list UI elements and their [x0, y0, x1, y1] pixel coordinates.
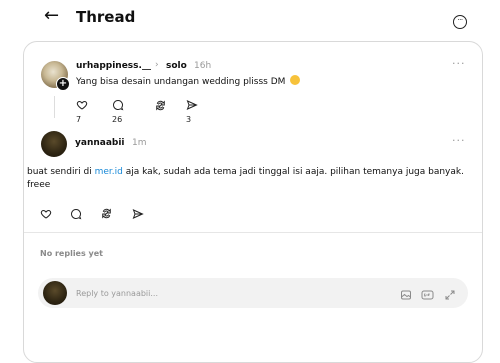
repost-button[interactable]: [100, 205, 113, 219]
repost-icon: [156, 100, 165, 111]
thread-line: [54, 96, 55, 118]
like-button[interactable]: 7: [76, 99, 88, 124]
comment-button[interactable]: [70, 205, 82, 220]
like-count: 7: [76, 115, 82, 124]
expand-icon[interactable]: [444, 286, 456, 305]
no-replies-label: No replies yet: [40, 249, 103, 258]
post-text: Yang bisa desain undangan wedding plisss…: [76, 75, 301, 87]
share-button[interactable]: [132, 205, 144, 219]
image-icon[interactable]: [400, 286, 412, 305]
share-button[interactable]: 3: [186, 99, 198, 124]
reply-to-user[interactable]: solo: [166, 61, 187, 71]
top-bar: ← Thread ···: [0, 0, 500, 38]
heart-icon: [76, 100, 88, 110]
post-menu-icon[interactable]: ···: [452, 57, 466, 70]
repost-button[interactable]: [154, 99, 167, 113]
gif-icon[interactable]: [421, 286, 434, 305]
reply-composer[interactable]: [38, 278, 468, 308]
reply-text: buat sendiri di mer.id aja kak, sudah ad…: [27, 166, 467, 192]
post-author[interactable]: urhappiness.__: [76, 61, 151, 71]
divider: [24, 232, 482, 233]
send-icon: [132, 209, 144, 219]
reply-link[interactable]: mer.id: [95, 167, 123, 177]
reply-input[interactable]: [76, 285, 356, 301]
reply-time: 1m: [132, 138, 147, 148]
avatar[interactable]: [41, 131, 67, 157]
post-time: 16h: [194, 61, 212, 71]
comment-icon: [113, 99, 124, 111]
page-title: Thread: [76, 8, 136, 26]
like-button[interactable]: [40, 205, 52, 219]
heart-icon: [40, 209, 52, 219]
reply-text-before: buat sendiri di: [27, 167, 95, 177]
thread-card: + urhappiness.__ › solo 16h ··· Yang bis…: [23, 41, 483, 363]
send-icon: [186, 100, 198, 110]
follow-plus-icon[interactable]: +: [56, 77, 70, 91]
share-count: 3: [186, 115, 192, 124]
avatar: [43, 281, 67, 305]
reply-author[interactable]: yannaabii: [75, 138, 125, 148]
pleading-emoji-icon: [290, 75, 301, 85]
comment-button[interactable]: 26: [112, 99, 124, 124]
comment-icon: [71, 208, 82, 220]
more-options-icon[interactable]: ···: [453, 15, 467, 29]
reply-chevron-icon: ›: [155, 60, 159, 70]
back-arrow-icon[interactable]: ←: [44, 5, 59, 27]
reply-menu-icon[interactable]: ···: [452, 134, 466, 147]
repost-icon: [102, 208, 111, 219]
comment-count: 26: [112, 115, 123, 124]
post-text-content: Yang bisa desain undangan wedding plisss…: [76, 77, 286, 87]
